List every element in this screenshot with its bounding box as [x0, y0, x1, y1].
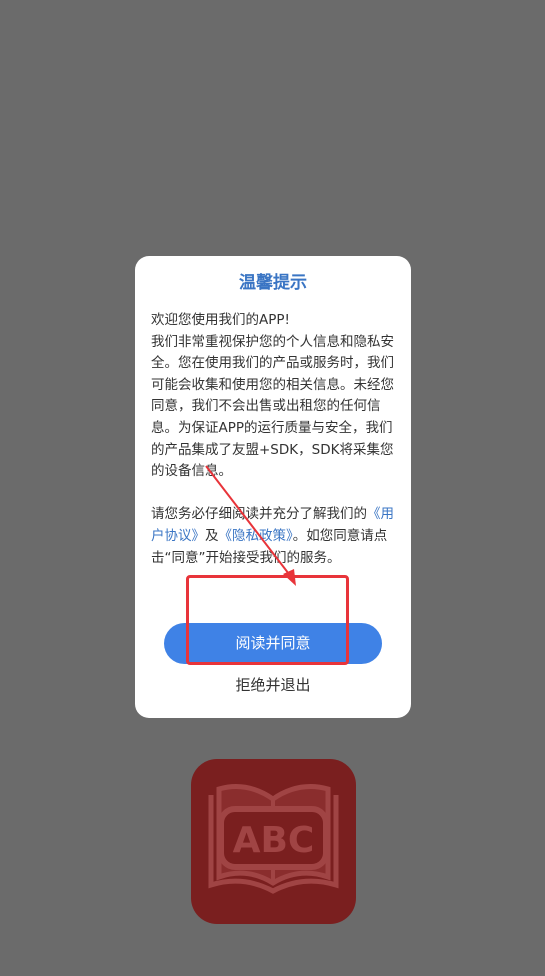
book-abc-icon: ABC: [191, 759, 356, 924]
annotation-highlight-box: [186, 575, 349, 665]
icon-abc-text: ABC: [233, 820, 315, 861]
